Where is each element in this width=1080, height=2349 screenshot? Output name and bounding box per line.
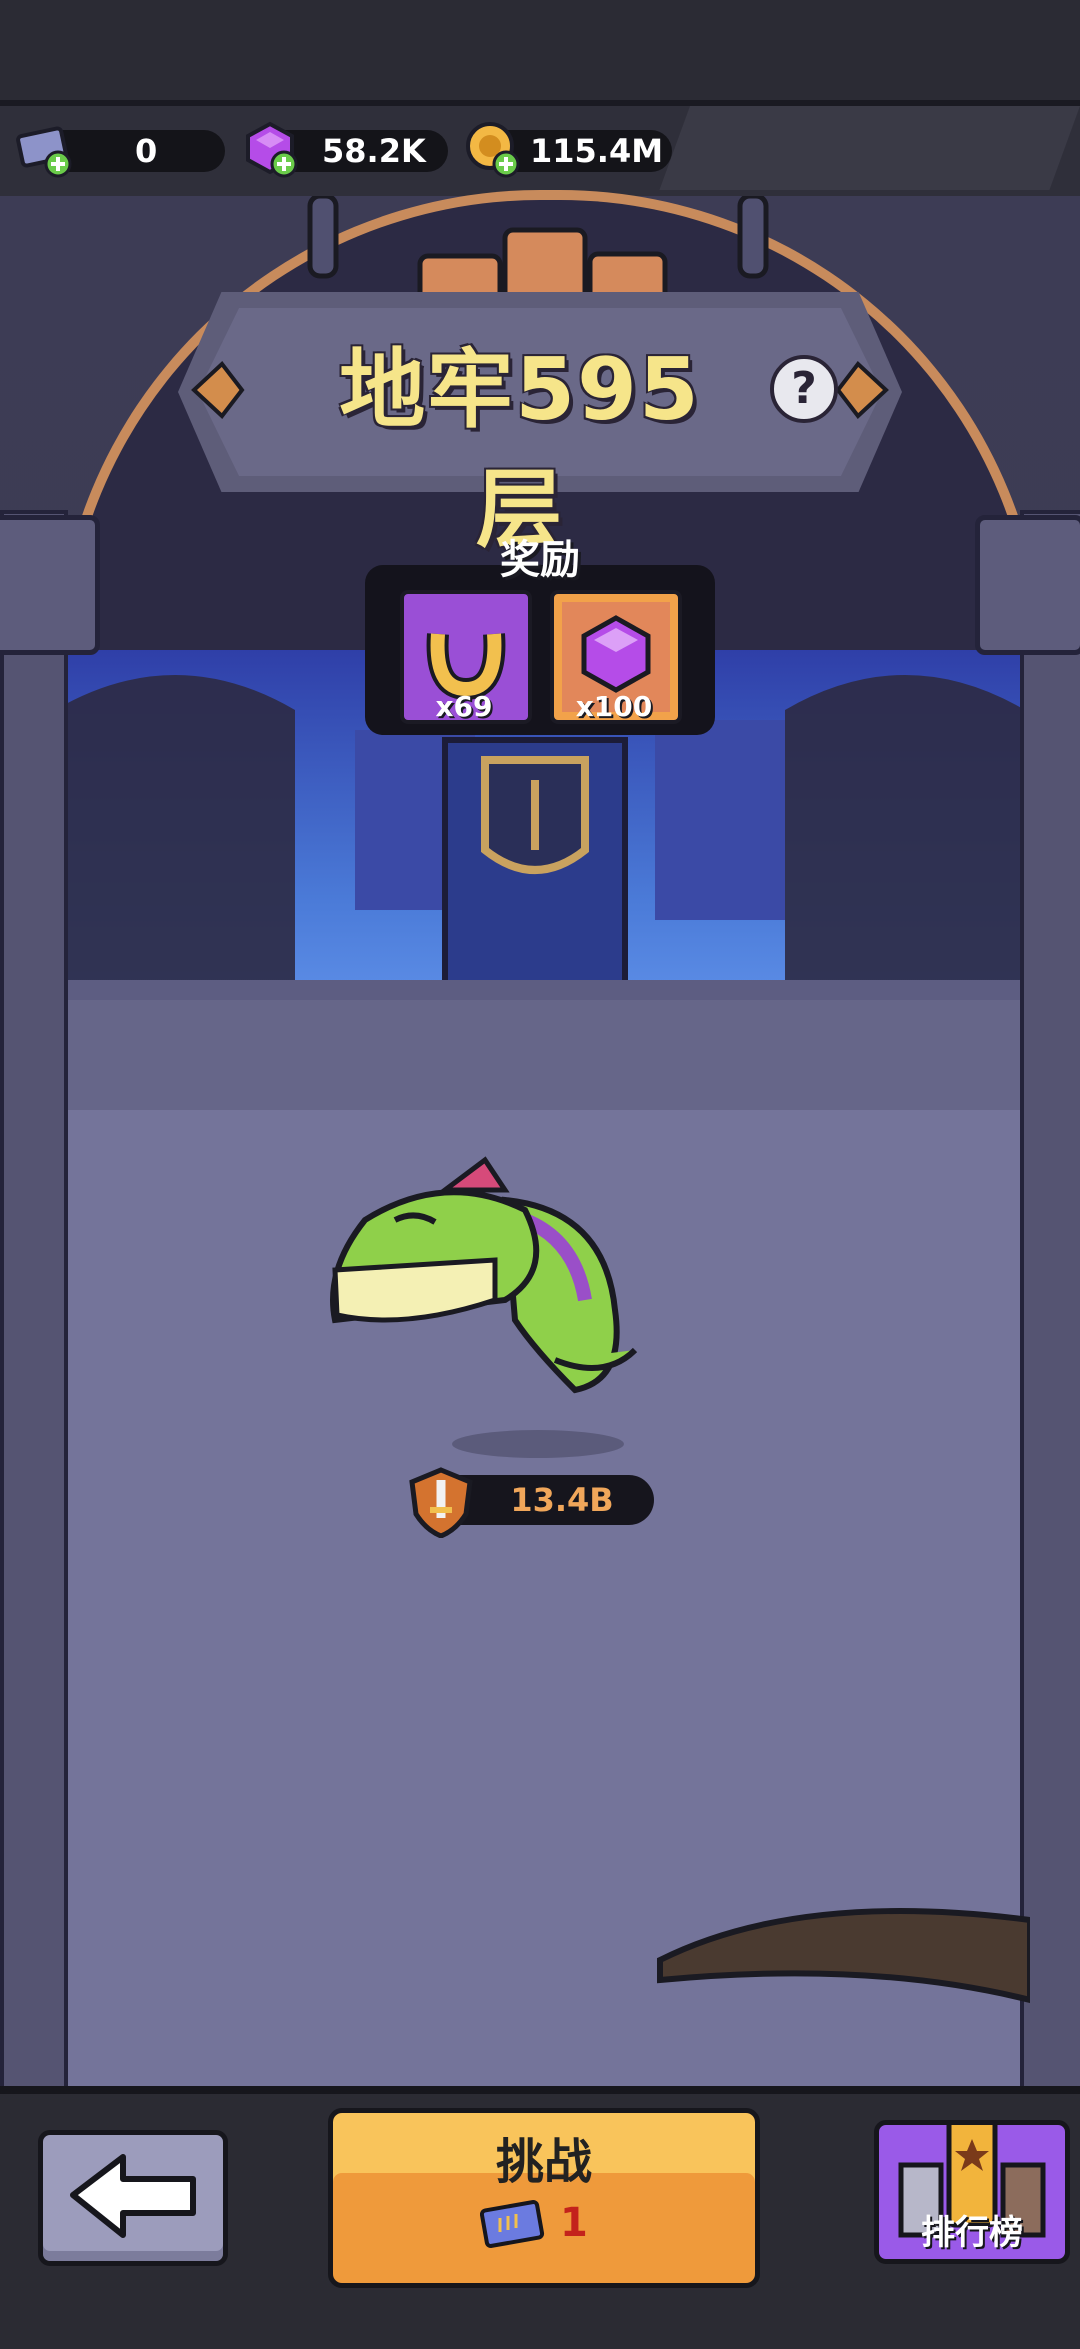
back-button[interactable] (38, 2130, 228, 2266)
reward-qty-horseshoe: x69 (435, 690, 493, 723)
floor-edge (55, 1000, 1025, 1110)
right-pillar (1020, 510, 1080, 2118)
status-bar-area (0, 0, 1080, 100)
reward-label: 奖励 (500, 537, 580, 583)
enemy-shadow (452, 1430, 624, 1458)
resource-bar-shade (659, 106, 1080, 190)
sword-shield-icon (409, 1467, 473, 1538)
reward-qty-gem: x100 (575, 690, 653, 723)
challenge-cost: 1 (560, 2200, 588, 2246)
enemy-monster[interactable] (325, 1150, 665, 1410)
coin-plus-icon[interactable] (462, 118, 526, 182)
coin-count: 115.4M (530, 132, 664, 170)
banner-chains (307, 196, 769, 306)
dungeon-floor-title: 地牢595层 (339, 340, 701, 560)
leaderboard-label: 排行榜 (921, 2213, 1023, 2253)
ticket-count: 0 (135, 132, 158, 170)
tree-root-decoration (657, 1908, 1030, 2004)
ticket-plus-icon[interactable] (14, 118, 78, 182)
ticket-icon (480, 2200, 545, 2248)
left-pillar-cap (0, 515, 100, 655)
arrow-left-icon (70, 2154, 196, 2238)
enemy-power-value: 13.4B (510, 1481, 614, 1519)
question-mark-icon: ? (791, 363, 817, 414)
gem-plus-icon[interactable] (240, 118, 304, 182)
help-button[interactable]: ? (770, 355, 838, 423)
challenge-label: 挑战 (495, 2134, 592, 2190)
left-pillar (0, 510, 68, 2118)
gem-count: 58.2K (322, 132, 426, 170)
right-pillar-cap (975, 515, 1080, 655)
